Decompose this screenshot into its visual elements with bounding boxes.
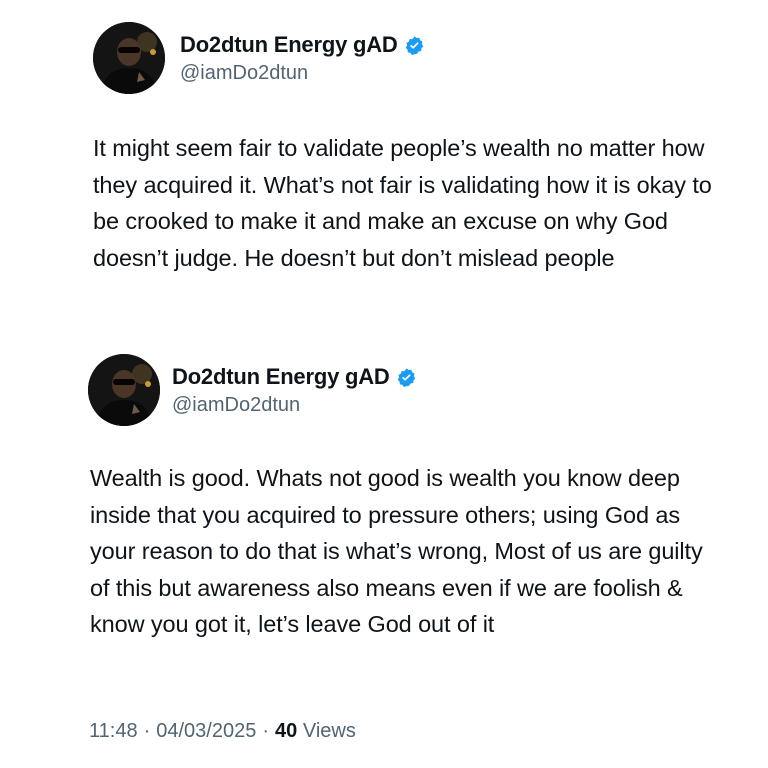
views-count: 40 xyxy=(275,720,298,742)
display-name-line: Do2dtun Energy gAD xyxy=(172,362,417,392)
author-names: Do2dtun Energy gAD @iamDo2dtun xyxy=(180,30,425,85)
verified-badge-icon xyxy=(396,367,417,388)
display-name-line: Do2dtun Energy gAD xyxy=(180,30,425,60)
avatar[interactable] xyxy=(93,22,165,94)
author-row: Do2dtun Energy gAD @iamDo2dtun xyxy=(0,354,768,426)
verified-badge-icon xyxy=(404,35,425,56)
author-row: Do2dtun Energy gAD @iamDo2dtun xyxy=(0,22,768,94)
profile-avatar-icon xyxy=(93,22,165,94)
author-names: Do2dtun Energy gAD @iamDo2dtun xyxy=(172,362,417,417)
tweet-card: Do2dtun Energy gAD @iamDo2dtun Wealth is… xyxy=(0,354,768,637)
handle[interactable]: @iamDo2dtun xyxy=(180,62,425,85)
meta-separator: · xyxy=(143,720,151,742)
tweet-time[interactable]: 11:48 xyxy=(89,720,138,743)
handle[interactable]: @iamDo2dtun xyxy=(172,394,417,417)
tweet-date[interactable]: 04/03/2025 xyxy=(156,720,256,743)
profile-avatar-icon xyxy=(88,354,160,426)
display-name[interactable]: Do2dtun Energy gAD xyxy=(180,32,398,58)
avatar[interactable] xyxy=(88,354,160,426)
tweet-card: Do2dtun Energy gAD @iamDo2dtun It might … xyxy=(0,22,768,271)
views-label: Views xyxy=(302,720,356,742)
tweet-text: Wealth is good. Whats not good is wealth… xyxy=(90,465,703,637)
tweet-text: It might seem fair to validate people’s … xyxy=(93,135,712,271)
meta-separator: · xyxy=(262,720,270,742)
display-name[interactable]: Do2dtun Energy gAD xyxy=(172,364,390,390)
tweet-meta: 11:48 · 04/03/2025 · 40 Views xyxy=(89,720,356,743)
